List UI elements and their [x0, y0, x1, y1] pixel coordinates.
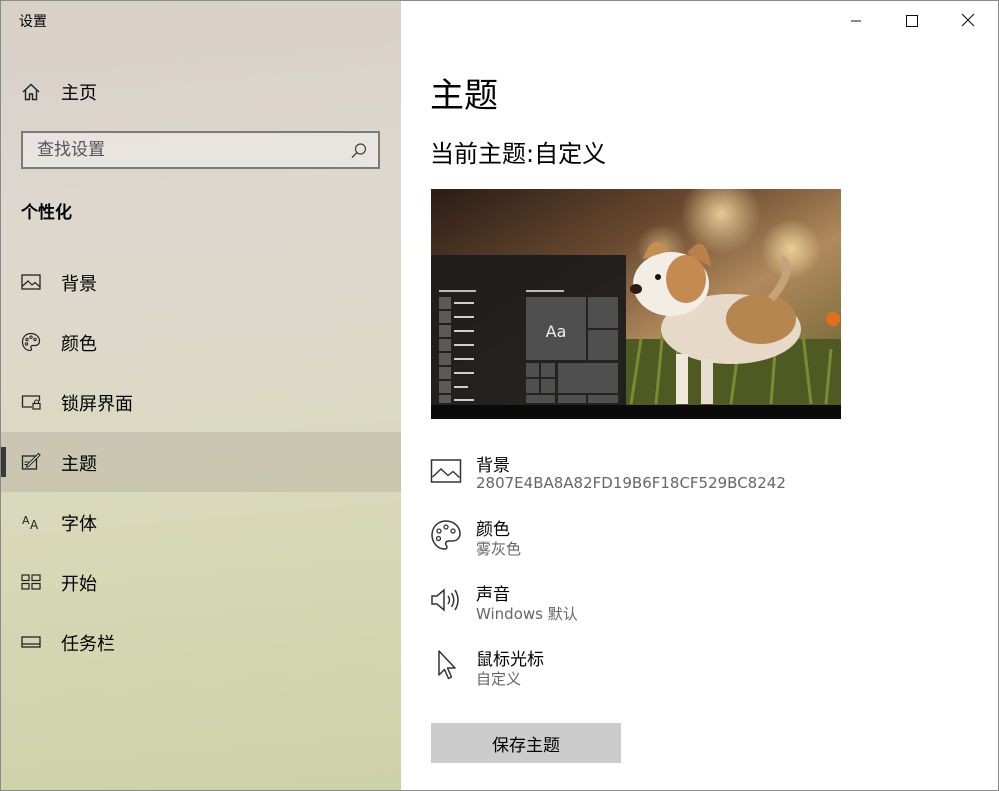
sidebar-item-label: 背景 — [61, 274, 97, 295]
maximize-button[interactable] — [884, 0, 940, 42]
close-icon — [961, 12, 975, 31]
setting-value: 雾灰色 — [476, 540, 522, 558]
setting-label: 鼠标光标 — [476, 650, 544, 670]
window-title: 设置 — [19, 14, 47, 30]
sidebar-item-taskbar[interactable]: 任务栏 — [0, 612, 401, 672]
sidebar-item-start[interactable]: 开始 — [0, 552, 401, 612]
preview-sample-text: Aa — [546, 322, 567, 341]
setting-label: 声音 — [476, 585, 510, 605]
setting-value: 2807E4BA8A82FD19B6F18CF529BC8242 — [476, 474, 786, 492]
sidebar-item-colors[interactable]: 颜色 — [0, 312, 401, 372]
sidebar-item-label: 开始 — [61, 574, 97, 595]
taskbar-icon — [21, 632, 41, 652]
theme-icon — [21, 452, 41, 472]
minimize-icon — [850, 12, 862, 31]
home-icon — [21, 82, 41, 102]
cursor-icon — [430, 649, 462, 681]
current-theme-label: 当前主题:自定义 — [430, 140, 607, 168]
font-icon: AA — [21, 512, 41, 532]
sidebar: 设置 主页 个性化 背景 颜色 锁屏界面 — [0, 0, 401, 791]
theme-setting-color[interactable]: 颜色 雾灰色 — [430, 515, 930, 565]
section-heading: 个性化 — [21, 203, 72, 223]
theme-setting-background[interactable]: 背景 2807E4BA8A82FD19B6F18CF529BC8242 — [430, 451, 930, 501]
lock-screen-icon — [21, 392, 41, 412]
theme-setting-cursor[interactable]: 鼠标光标 自定义 — [430, 645, 930, 695]
search-box[interactable] — [21, 131, 380, 169]
sidebar-item-fonts[interactable]: AA 字体 — [0, 492, 401, 552]
maximize-icon — [906, 12, 918, 31]
setting-value: Windows 默认 — [476, 605, 578, 623]
picture-icon — [21, 272, 41, 292]
save-theme-button[interactable]: 保存主题 — [431, 723, 621, 763]
sidebar-item-label: 任务栏 — [61, 634, 115, 655]
sidebar-item-label: 主题 — [61, 454, 97, 475]
sidebar-item-label: 锁屏界面 — [61, 394, 133, 415]
sidebar-item-background[interactable]: 背景 — [0, 252, 401, 312]
sidebar-item-label: 颜色 — [61, 334, 97, 355]
palette-icon — [430, 519, 462, 551]
sidebar-item-label: 主页 — [61, 83, 97, 104]
palette-icon — [21, 332, 41, 352]
sidebar-item-themes[interactable]: 主题 — [0, 432, 401, 492]
minimize-button[interactable] — [828, 0, 884, 42]
close-button[interactable] — [940, 0, 996, 42]
theme-preview-image: Aa — [431, 189, 841, 419]
theme-preview: Aa — [431, 189, 841, 419]
page-title: 主题 — [430, 76, 498, 116]
svg-text:A: A — [30, 518, 39, 531]
svg-text:A: A — [22, 514, 30, 527]
setting-value: 自定义 — [476, 670, 522, 688]
search-icon[interactable] — [350, 142, 368, 164]
speaker-icon — [430, 584, 462, 616]
setting-label: 颜色 — [476, 520, 510, 540]
theme-setting-sound[interactable]: 声音 Windows 默认 — [430, 580, 930, 630]
start-icon — [21, 572, 41, 592]
setting-label: 背景 — [476, 456, 510, 476]
sidebar-item-home[interactable]: 主页 — [0, 70, 401, 114]
sidebar-item-label: 字体 — [61, 514, 97, 535]
sidebar-item-lock-screen[interactable]: 锁屏界面 — [0, 372, 401, 432]
picture-icon — [430, 455, 462, 487]
search-input[interactable] — [23, 133, 343, 167]
